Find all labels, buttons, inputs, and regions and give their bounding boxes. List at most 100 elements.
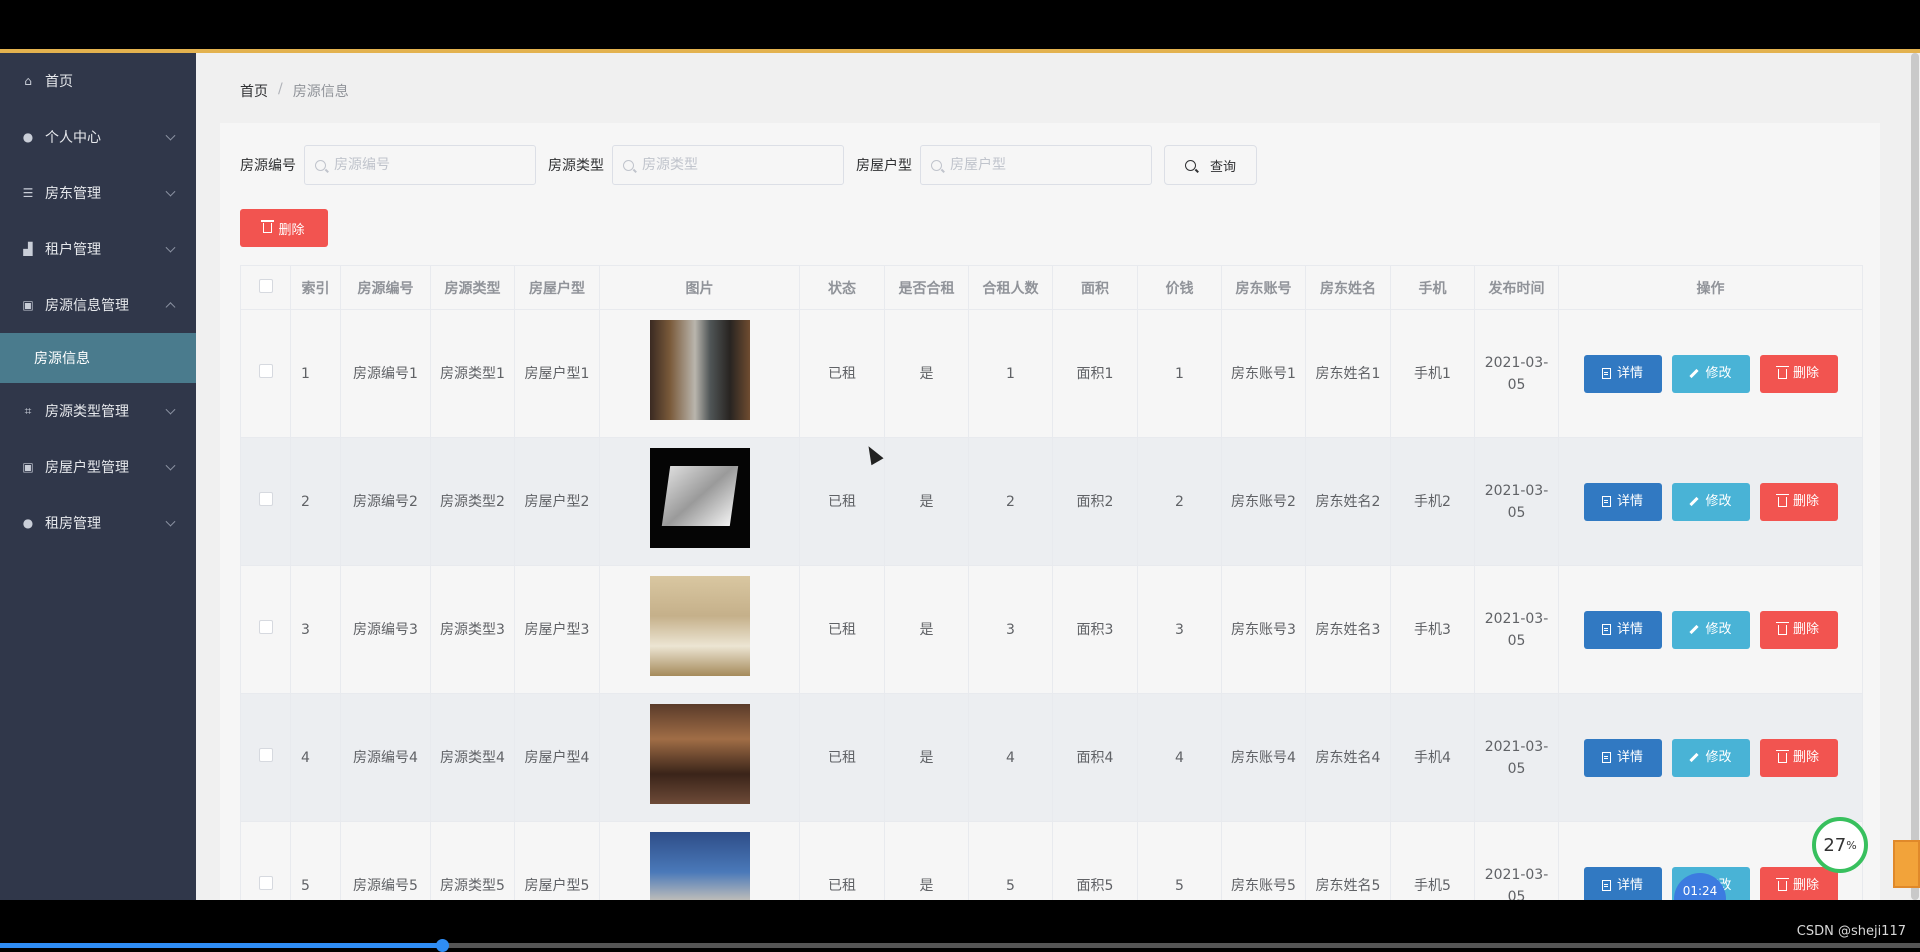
detail-button[interactable]: 详情	[1583, 738, 1662, 777]
cell-landlord-name: 房东姓名4	[1305, 693, 1391, 822]
cell-image	[599, 565, 800, 694]
row-checkbox[interactable]	[258, 363, 273, 378]
query-button[interactable]: 查询	[1164, 145, 1258, 185]
batch-delete-button[interactable]: 删除	[240, 209, 328, 247]
table-row: 4 房源编号4 房源类型4 房屋户型4 已租 是 4 面积4 4 房东账号4 房…	[240, 693, 1863, 822]
listing-photo[interactable]	[649, 320, 750, 420]
chevron-down-icon	[165, 404, 176, 415]
batch-delete-label: 删除	[278, 222, 305, 238]
search-icon	[623, 159, 634, 171]
delete-label: 删除	[1792, 365, 1819, 381]
edit-button[interactable]: 修改	[1671, 610, 1750, 649]
filter-type-wrapper[interactable]	[612, 145, 844, 185]
listing-photo[interactable]	[649, 576, 750, 676]
video-progress-knob[interactable]	[435, 939, 449, 952]
cell-code: 房源编号2	[340, 437, 431, 566]
edit-button[interactable]: 修改	[1671, 738, 1750, 777]
filter-code-wrapper[interactable]	[304, 145, 536, 185]
listing-photo[interactable]	[649, 448, 750, 548]
detail-label: 详情	[1616, 877, 1643, 893]
document-icon	[1601, 880, 1611, 891]
select-all-checkbox[interactable]	[258, 278, 273, 293]
header-cell: 房东账号	[1221, 265, 1306, 310]
document-icon	[1601, 368, 1611, 379]
crop-icon: ⌗	[24, 403, 32, 418]
progress-percent-value: 27	[1823, 834, 1847, 856]
filter-type-label: 房源类型	[548, 158, 604, 174]
delete-button[interactable]: 删除	[1759, 610, 1838, 649]
document-icon	[1601, 496, 1611, 507]
cell-type: 房源类型1	[430, 309, 515, 438]
detail-button[interactable]: 详情	[1583, 354, 1662, 393]
edit-icon	[1689, 624, 1700, 635]
clipboard-icon: ▣	[22, 460, 34, 474]
video-progress-bar[interactable]	[0, 939, 1920, 952]
detail-button[interactable]: 详情	[1583, 610, 1662, 649]
watermark: CSDN @sheji117	[1796, 924, 1906, 939]
sidebar-item-landlords[interactable]: ☰ 房东管理	[0, 165, 196, 221]
edit-button[interactable]: 修改	[1671, 354, 1750, 393]
sidebar-subitem-label: 房源信息	[34, 351, 90, 367]
delete-button[interactable]: 删除	[1759, 866, 1838, 900]
vertical-scrollbar[interactable]	[1910, 53, 1920, 900]
listing-photo[interactable]	[649, 704, 750, 804]
cell-area: 面积1	[1052, 309, 1138, 438]
delete-button[interactable]: 删除	[1759, 738, 1838, 777]
cell-phone: 手机4	[1390, 693, 1475, 822]
sidebar-subitem-listing-info[interactable]: 房源信息	[0, 333, 196, 383]
row-checkbox[interactable]	[258, 747, 273, 762]
filter-type-input[interactable]	[642, 157, 832, 173]
sidebar-item-house-layouts[interactable]: ▣ 房屋户型管理	[0, 439, 196, 495]
chevron-down-icon	[165, 460, 176, 471]
edit-icon	[1689, 752, 1700, 763]
row-checkbox[interactable]	[258, 491, 273, 506]
edit-label: 修改	[1705, 365, 1732, 381]
row-checkbox[interactable]	[258, 619, 273, 634]
delete-button[interactable]: 删除	[1759, 482, 1838, 521]
sidebar-item-tenants[interactable]: ▟ 租户管理	[0, 221, 196, 277]
cell-status: 已租	[799, 693, 885, 822]
header-cell: 状态	[799, 265, 885, 310]
listing-photo[interactable]	[649, 832, 750, 900]
sidebar-item-listing-types[interactable]: ⌗ 房源类型管理	[0, 383, 196, 439]
user-icon: ●	[22, 130, 34, 144]
detail-label: 详情	[1616, 493, 1643, 509]
sidebar-item-listing-management[interactable]: ▣ 房源信息管理	[0, 277, 196, 333]
filter-code-input[interactable]	[334, 157, 524, 173]
cell-phone: 手机2	[1390, 437, 1475, 566]
progress-percent-unit: %	[1846, 838, 1857, 852]
detail-button[interactable]: 详情	[1583, 482, 1662, 521]
filter-layout-input[interactable]	[950, 157, 1140, 173]
sidebar-item-home[interactable]: ⌂ 首页	[0, 53, 196, 109]
edit-icon	[1689, 496, 1700, 507]
delete-label: 删除	[1792, 621, 1819, 637]
header-select-all[interactable]	[240, 265, 291, 310]
floating-side-tab[interactable]	[1893, 840, 1920, 888]
cell-phone: 手机3	[1390, 565, 1475, 694]
edit-button[interactable]: 修改	[1671, 482, 1750, 521]
delete-button[interactable]: 删除	[1759, 354, 1838, 393]
chevron-down-icon	[165, 516, 176, 527]
breadcrumb-current: 房源信息	[292, 84, 349, 100]
cell-type: 房源类型5	[430, 821, 515, 900]
chevron-down-icon	[165, 186, 176, 197]
cell-code: 房源编号1	[340, 309, 431, 438]
header-cell: 房源类型	[430, 265, 515, 310]
trash-icon	[1775, 877, 1789, 891]
table-row: 1 房源编号1 房源类型1 房屋户型1 已租 是 1 面积1 1 房东账号1 房…	[240, 309, 1863, 438]
sidebar-item-label: 租户管理	[45, 242, 101, 258]
breadcrumb-home[interactable]: 首页	[240, 81, 268, 101]
filter-layout-wrapper[interactable]	[920, 145, 1152, 185]
cell-shared: 是	[884, 821, 969, 900]
detail-button[interactable]: 详情	[1583, 866, 1662, 900]
scrollbar-thumb[interactable]	[1911, 53, 1919, 900]
row-checkbox[interactable]	[258, 875, 273, 890]
search-icon	[315, 159, 326, 171]
cell-shared-count: 2	[968, 437, 1053, 566]
chevron-down-icon	[165, 130, 176, 141]
sidebar-item-rentals[interactable]: ● 租房管理	[0, 495, 196, 551]
cell-phone: 手机1	[1390, 309, 1475, 438]
cell-landlord-name: 房东姓名5	[1305, 821, 1391, 900]
sidebar-item-profile[interactable]: ● 个人中心	[0, 109, 196, 165]
cell-price: 4	[1137, 693, 1222, 822]
